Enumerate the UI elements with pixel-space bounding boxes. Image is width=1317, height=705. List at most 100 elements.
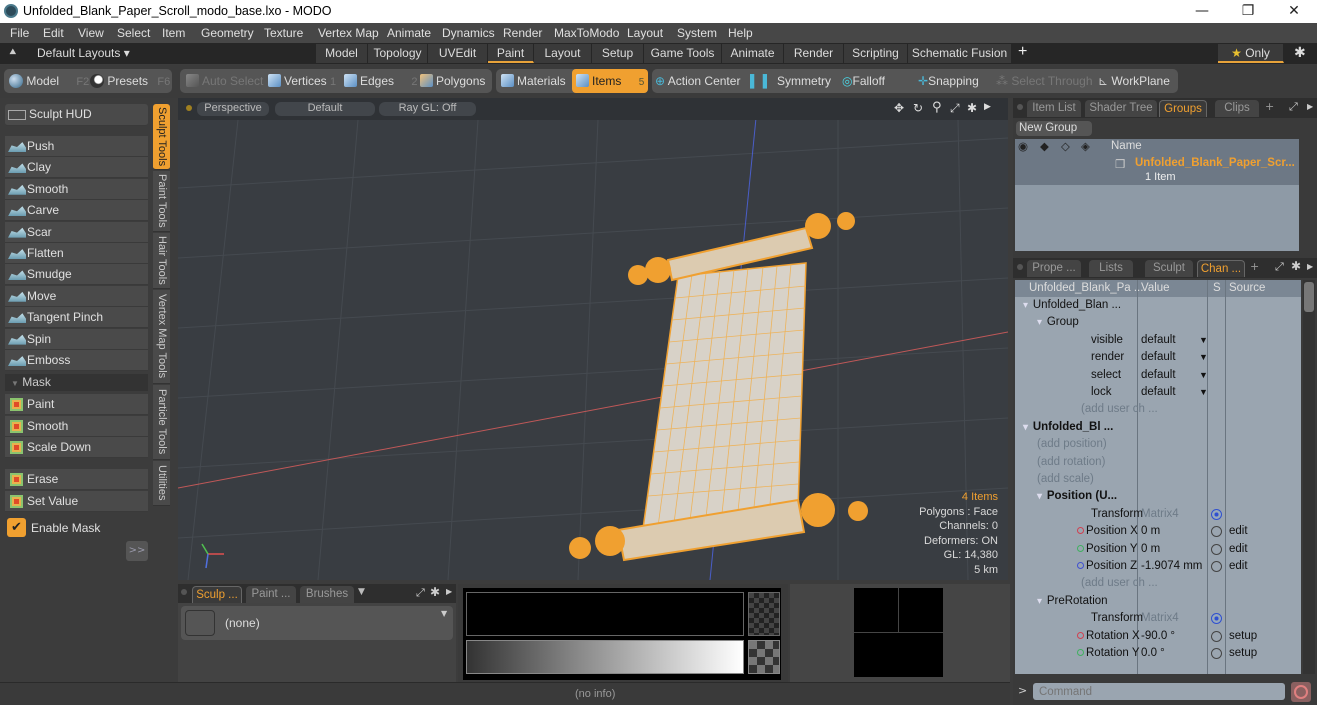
- menu-texture[interactable]: Texture: [264, 26, 303, 40]
- pan-icon[interactable]: ✥: [894, 101, 904, 115]
- mask-section-header[interactable]: ▼ Mask: [5, 374, 148, 391]
- view-mode-dropdown[interactable]: Perspective: [197, 102, 269, 116]
- vtab-sculpt-tools[interactable]: Sculpt Tools: [153, 104, 170, 170]
- vtab-paint-tools[interactable]: Paint Tools: [153, 171, 170, 232]
- tool-tangent-pinch[interactable]: Tangent Pinch: [5, 307, 148, 329]
- menu-system[interactable]: System: [677, 26, 717, 40]
- presets-button[interactable]: Presets F6: [90, 69, 170, 93]
- tab-game-tools[interactable]: Game Tools: [644, 44, 722, 63]
- more-button[interactable]: >>: [126, 541, 148, 561]
- command-input[interactable]: [1033, 683, 1285, 700]
- viewport-menu-icon[interactable]: [186, 105, 192, 111]
- preset-dropdown-icon[interactable]: ▼: [441, 609, 447, 618]
- tool-flatten[interactable]: Flatten: [5, 243, 148, 264]
- channel-row[interactable]: ▾ Group: [1015, 314, 1301, 332]
- menu-layout[interactable]: Layout: [627, 26, 663, 40]
- alpha-swatch-bottom[interactable]: [748, 640, 780, 674]
- tab-groups[interactable]: Groups: [1159, 100, 1207, 117]
- scroll-mesh[interactable]: [569, 212, 868, 562]
- channel-row[interactable]: select default ▼: [1015, 367, 1301, 385]
- sculpt-hud-button[interactable]: Sculpt HUD: [5, 104, 148, 126]
- channel-row[interactable]: lock default ▼: [1015, 384, 1301, 402]
- tool-move[interactable]: Move: [5, 285, 148, 307]
- visibility-icon[interactable]: ◉: [1018, 139, 1028, 153]
- menu-file[interactable]: File: [10, 26, 29, 40]
- close-button[interactable]: ✕: [1271, 0, 1317, 23]
- mask-tool-scale-down[interactable]: Scale Down: [5, 437, 148, 458]
- tab-item-list[interactable]: Item List: [1027, 100, 1081, 117]
- group-row[interactable]: ❒ Unfolded_Blank_Paper_Scr... 1 Item: [1015, 155, 1299, 185]
- shading-dropdown[interactable]: Default: [275, 102, 375, 116]
- layout-up-icon[interactable]: ⯅: [8, 45, 18, 60]
- record-button[interactable]: [1291, 682, 1311, 702]
- channel-value[interactable]: 0 m: [1141, 541, 1160, 558]
- vtab-vertex-map-tools[interactable]: Vertex Map Tools: [153, 290, 170, 384]
- tab-scripting[interactable]: Scripting: [844, 44, 908, 63]
- channel-row[interactable]: Rotation Y 0.0 ° setup: [1015, 645, 1301, 663]
- expand-icon[interactable]: ⤢: [1289, 100, 1298, 114]
- tool-push[interactable]: Push: [5, 136, 148, 157]
- falloff-button[interactable]: ◎Falloff: [842, 69, 885, 93]
- vtab-hair-tools[interactable]: Hair Tools: [153, 233, 170, 289]
- action-center-button[interactable]: ⊕ Action Center: [655, 69, 740, 93]
- channel-row[interactable]: Position Z -1.9074 mm edit: [1015, 558, 1301, 576]
- add-tab-icon[interactable]: +: [1265, 100, 1274, 113]
- chevron-down-icon[interactable]: ▼: [1199, 367, 1208, 384]
- gear-icon[interactable]: ✱: [1294, 44, 1306, 61]
- tab-brushes[interactable]: Brushes: [300, 586, 354, 603]
- tab-lists[interactable]: Lists: [1089, 260, 1133, 277]
- model-button[interactable]: Model F2: [9, 69, 89, 93]
- tool-clay[interactable]: Clay: [5, 157, 148, 179]
- state-icon[interactable]: [1211, 543, 1222, 555]
- mask-tool-smooth[interactable]: Smooth: [5, 415, 148, 437]
- maximize-viewport-icon[interactable]: ⤢: [950, 101, 960, 116]
- tab-paint[interactable]: Paint: [488, 44, 534, 63]
- channel-row[interactable]: Position Y0 m edit: [1015, 541, 1301, 559]
- tab-channels[interactable]: Chan ...: [1197, 260, 1245, 277]
- menu-render[interactable]: Render: [503, 26, 542, 40]
- tab-sculpt[interactable]: Sculpt: [1145, 260, 1193, 277]
- tool-scar[interactable]: Scar: [5, 221, 148, 243]
- tab-schematic-fusion[interactable]: Schematic Fusion: [908, 44, 1012, 63]
- channel-row[interactable]: (add rotation): [1015, 454, 1301, 472]
- rotate-icon[interactable]: ↻: [913, 101, 923, 115]
- scrollbar-thumb[interactable]: [1304, 282, 1314, 312]
- channel-value[interactable]: -90.0 °: [1141, 628, 1175, 645]
- channel-value[interactable]: default: [1141, 384, 1176, 401]
- channels-scrollbar[interactable]: [1303, 280, 1315, 674]
- select-through-button[interactable]: ⁂ Select Through: [996, 69, 1093, 93]
- primary-color-swatch[interactable]: [466, 592, 744, 636]
- menu-select[interactable]: Select: [117, 26, 150, 40]
- tab-layout[interactable]: Layout: [534, 44, 592, 63]
- new-group-button[interactable]: New Group: [1016, 121, 1092, 136]
- tool-spin[interactable]: Spin: [5, 328, 148, 350]
- state-icon[interactable]: [1211, 630, 1222, 642]
- channel-value[interactable]: -1.9074 mm: [1141, 558, 1202, 575]
- edges-button[interactable]: Edges 2: [344, 69, 418, 93]
- panel-arrow-icon[interactable]: ▶: [446, 587, 452, 596]
- workplane-button[interactable]: ⊾ WorkPlane: [1098, 69, 1170, 93]
- chevron-down-icon[interactable]: ▼: [1199, 332, 1208, 349]
- symmetry-button[interactable]: ▌▐ Symmetry: [750, 69, 831, 93]
- menu-vertex-map[interactable]: Vertex Map: [318, 26, 379, 40]
- mask-tool-paint[interactable]: Paint: [5, 394, 148, 415]
- channel-row[interactable]: (add position): [1015, 436, 1301, 454]
- state-icon[interactable]: [1211, 561, 1222, 572]
- only-toggle[interactable]: ★ Only: [1218, 44, 1284, 63]
- tool-emboss[interactable]: Emboss: [5, 350, 148, 371]
- items-button[interactable]: Items 5: [572, 69, 648, 93]
- channel-value[interactable]: 0 m: [1141, 523, 1160, 540]
- panel-menu-icon[interactable]: [1017, 104, 1023, 110]
- channel-row[interactable]: Transform Matrix4: [1015, 610, 1301, 628]
- tab-sculpt-presets[interactable]: Sculp ...: [192, 586, 242, 603]
- state-icon[interactable]: [1211, 648, 1222, 659]
- channel-row[interactable]: ▾ Position (U...: [1015, 488, 1301, 506]
- tab-properties[interactable]: Prope ...: [1027, 260, 1081, 277]
- tool-smudge[interactable]: Smudge: [5, 264, 148, 286]
- channel-row[interactable]: ▾ Unfolded_Bl ...: [1015, 419, 1301, 437]
- state-icon[interactable]: [1211, 526, 1222, 538]
- mask-tool-set-value[interactable]: Set Value: [5, 491, 148, 512]
- channel-row[interactable]: (add user ch ...: [1015, 575, 1301, 593]
- auto-select-button[interactable]: Auto Select: [186, 69, 263, 93]
- channel-row[interactable]: (add user ch ...: [1015, 401, 1301, 419]
